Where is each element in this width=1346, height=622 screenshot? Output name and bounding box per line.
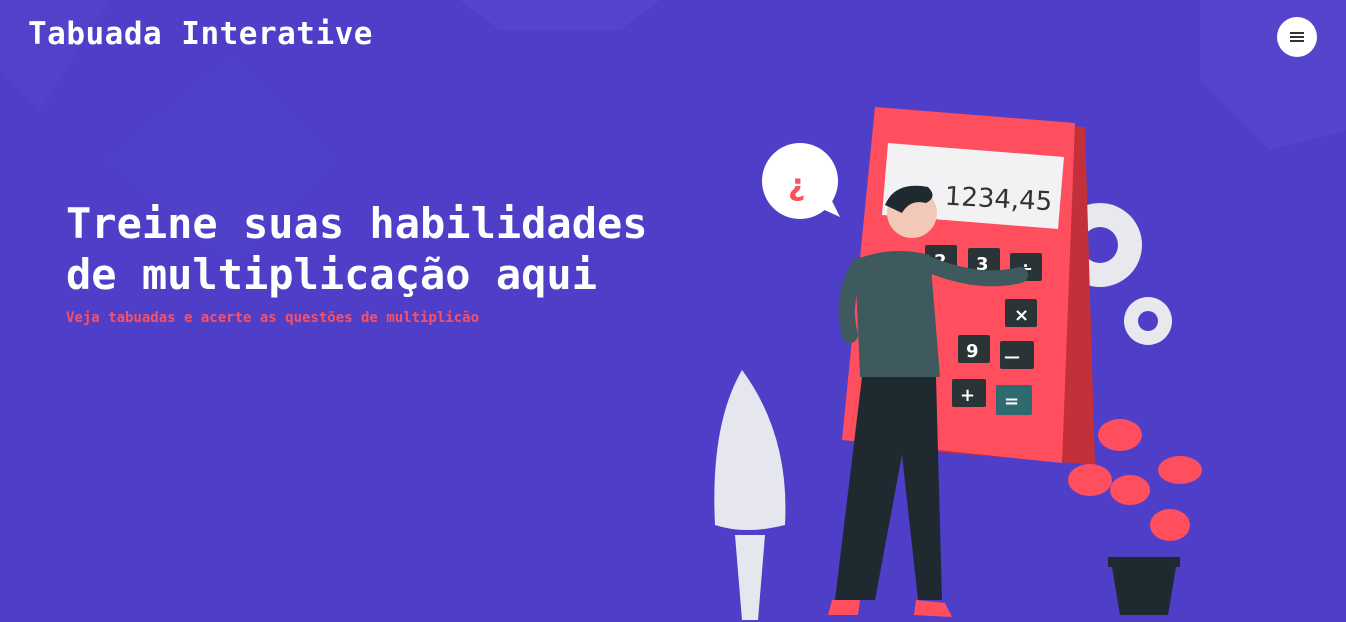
plant-icon: [714, 370, 786, 620]
calculator-illustration: 1234,45 2 3 ÷ × 9 — + = ¿: [714, 107, 1202, 620]
calculator-key: —: [1004, 347, 1020, 366]
speech-bubble: ¿: [762, 143, 840, 219]
calculator-display: 1234,45: [944, 182, 1053, 218]
calculator-key: ×: [1014, 305, 1029, 326]
calculator-key: =: [1004, 391, 1019, 412]
calculator-key: +: [960, 385, 975, 406]
hero-section: Treine suas habilidades de multiplicação…: [66, 198, 666, 326]
calculator-key: 9: [966, 341, 979, 362]
brand-title[interactable]: Tabuada Interative: [28, 16, 373, 52]
gear-icon: [1124, 297, 1172, 345]
question-mark-icon: ¿: [788, 168, 805, 203]
hero-subtitle: Veja tabuadas e acerte as questões de mu…: [66, 310, 480, 326]
hamburger-icon: [1290, 32, 1304, 42]
hero-title: Treine suas habilidades de multiplicação…: [66, 199, 648, 299]
menu-button[interactable]: [1277, 17, 1317, 57]
